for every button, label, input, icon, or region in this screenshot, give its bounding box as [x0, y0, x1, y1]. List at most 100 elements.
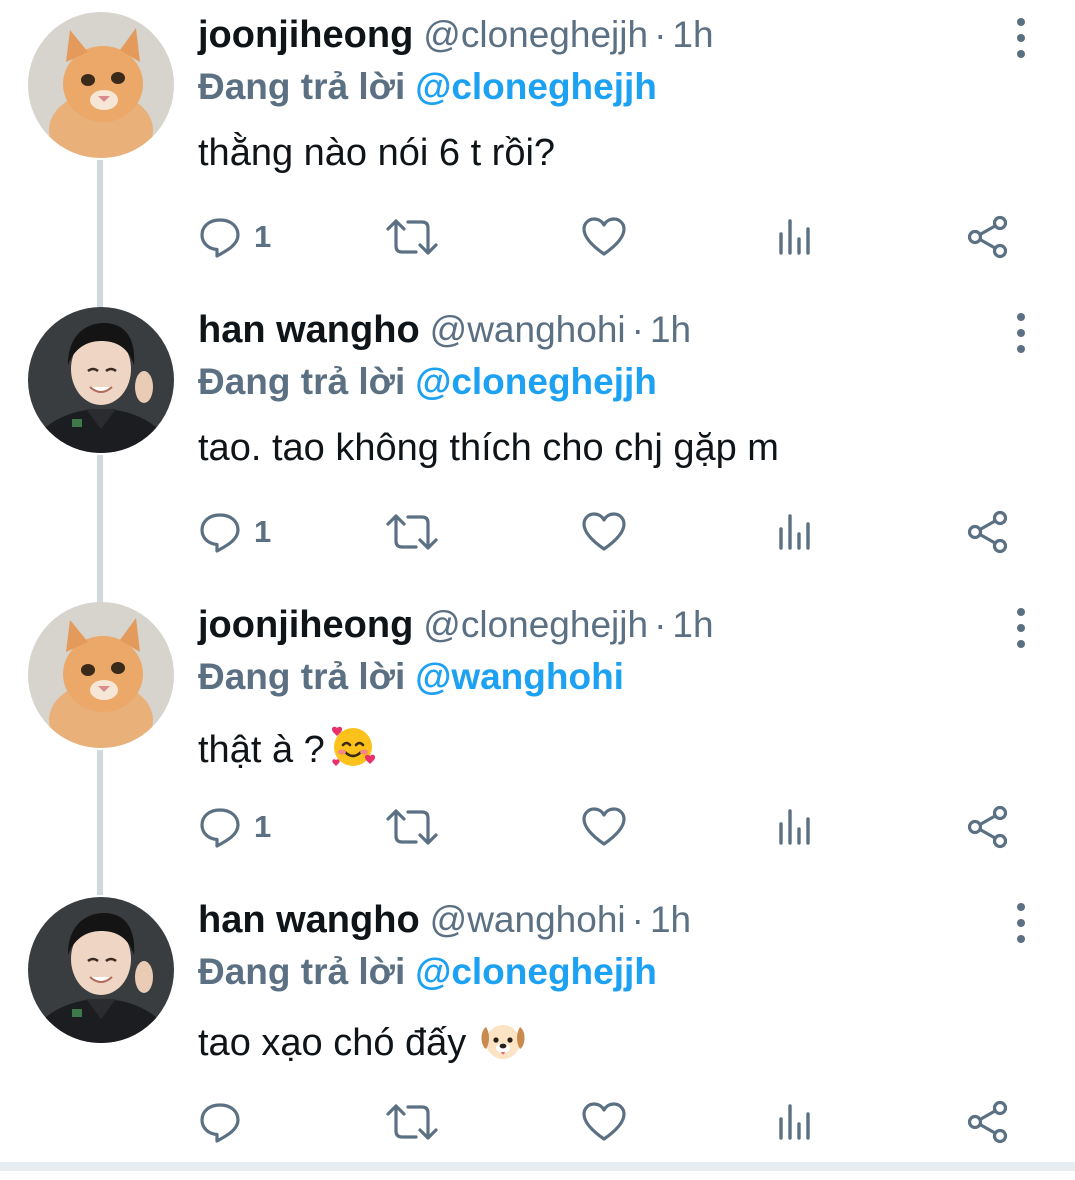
heart-icon: [582, 512, 626, 551]
reply-button[interactable]: 1: [198, 212, 271, 262]
avatar-person[interactable]: [28, 307, 174, 453]
heart-icon: [582, 217, 626, 256]
display-name[interactable]: han wangho: [198, 309, 420, 351]
replying-to-label: Đang trả lời: [198, 656, 406, 697]
replying-to-line: Đang trả lời @cloneghejjh: [198, 951, 657, 993]
cat-avatar-icon: [28, 12, 174, 158]
retweet-icon: [386, 514, 438, 550]
avatar-cat[interactable]: [28, 12, 174, 158]
reply-count: 1: [254, 514, 272, 549]
more-options-icon[interactable]: [1008, 608, 1034, 648]
share-button[interactable]: [966, 1097, 1010, 1147]
person-avatar-icon: [28, 307, 174, 453]
like-button[interactable]: [581, 212, 627, 262]
tweet-actions: [198, 1097, 1028, 1147]
like-button[interactable]: [581, 802, 627, 852]
tweet-text: thật à ?: [198, 722, 377, 780]
more-options-icon[interactable]: [1008, 18, 1034, 58]
separator-dot: ·: [631, 899, 644, 940]
bottom-divider: [0, 1162, 1075, 1171]
tweet[interactable]: han wangho @wanghohi · 1h Đang trả lời @clon…: [0, 885, 1075, 1180]
replying-to-label: Đang trả lời: [198, 361, 406, 402]
tweet[interactable]: han wangho @wanghohi · 1h Đang trả lời @clon…: [0, 295, 1075, 590]
avatar-person[interactable]: [28, 897, 174, 1043]
tweet-text: tao. tao không thích cho chj gặp m: [198, 427, 779, 470]
user-handle[interactable]: @wanghohi: [430, 899, 626, 940]
reply-button[interactable]: [198, 1097, 254, 1147]
share-button[interactable]: [966, 802, 1010, 852]
replying-to-label: Đang trả lời: [198, 66, 406, 107]
retweet-icon: [386, 809, 438, 845]
analytics-icon: [779, 809, 810, 845]
more-options-icon[interactable]: [1008, 313, 1034, 353]
reply-icon: [200, 808, 240, 848]
reply-icon: [200, 218, 240, 258]
like-button[interactable]: [581, 1097, 627, 1147]
analytics-button[interactable]: [776, 802, 816, 852]
separator-dot: ·: [631, 309, 644, 350]
retweet-button[interactable]: [386, 212, 438, 262]
reply-count: 1: [254, 809, 272, 844]
tweet-text: tao xạo chó đấy: [198, 1017, 528, 1073]
share-button[interactable]: [966, 212, 1010, 262]
timestamp[interactable]: 1h: [672, 14, 713, 55]
tweet-text-content: tao xạo chó đấy: [198, 1022, 467, 1064]
share-icon: [967, 215, 1008, 259]
analytics-icon: [779, 514, 810, 550]
retweet-button[interactable]: [386, 1097, 438, 1147]
heart-icon: [582, 1102, 626, 1141]
tweet[interactable]: joonjiheong @cloneghejjh · 1h Đang trả lời @…: [0, 590, 1075, 885]
tweet-header: joonjiheong @cloneghejjh · 1h: [198, 14, 714, 64]
tweet-text: thằng nào nói 6 t rồi?: [198, 132, 555, 175]
display-name[interactable]: joonjiheong: [198, 604, 413, 646]
tweet-text-content: tao. tao không thích cho chj gặp m: [198, 427, 779, 469]
reply-button[interactable]: 1: [198, 802, 271, 852]
person-avatar-icon: [28, 897, 174, 1043]
replying-to-handle[interactable]: @cloneghejjh: [415, 951, 657, 992]
like-button[interactable]: [581, 507, 627, 557]
timestamp[interactable]: 1h: [650, 309, 691, 350]
analytics-button[interactable]: [776, 212, 816, 262]
display-name[interactable]: joonjiheong: [198, 14, 413, 56]
analytics-button[interactable]: [776, 507, 816, 557]
user-handle[interactable]: @cloneghejjh: [423, 604, 648, 645]
tweet-header: joonjiheong @cloneghejjh · 1h: [198, 604, 714, 654]
share-button[interactable]: [966, 507, 1010, 557]
replying-to-line: Đang trả lời @cloneghejjh: [198, 361, 657, 403]
replying-to-handle[interactable]: @cloneghejjh: [415, 66, 657, 107]
conversation-thread: joonjiheong @cloneghejjh · 1h Đang trả lời @…: [0, 0, 1075, 1171]
share-icon: [967, 510, 1008, 554]
avatar-cat[interactable]: [28, 602, 174, 748]
retweet-icon: [386, 219, 438, 255]
share-icon: [967, 805, 1008, 849]
reply-icon: [200, 1103, 240, 1143]
replying-to-handle[interactable]: @wanghohi: [415, 656, 624, 697]
tweet-actions: 1: [198, 802, 1028, 852]
tweet-actions: 1: [198, 507, 1028, 557]
separator-dot: ·: [654, 14, 667, 55]
user-handle[interactable]: @wanghohi: [430, 309, 626, 350]
reply-button[interactable]: 1: [198, 507, 271, 557]
tweet[interactable]: joonjiheong @cloneghejjh · 1h Đang trả lời @…: [0, 0, 1075, 295]
cat-avatar-icon: [28, 602, 174, 748]
reply-count: 1: [254, 219, 272, 254]
timestamp[interactable]: 1h: [672, 604, 713, 645]
retweet-button[interactable]: [386, 802, 438, 852]
timestamp[interactable]: 1h: [650, 899, 691, 940]
separator-dot: ·: [654, 604, 667, 645]
smiling-face-with-hearts-emoji: [329, 722, 377, 780]
analytics-button[interactable]: [776, 1097, 816, 1147]
share-icon: [967, 1100, 1008, 1144]
display-name[interactable]: han wangho: [198, 899, 420, 941]
replying-to-label: Đang trả lời: [198, 951, 406, 992]
reply-icon: [200, 513, 240, 553]
retweet-icon: [386, 1104, 438, 1140]
tweet-text-content: thằng nào nói 6 t rồi?: [198, 132, 556, 174]
tweet-header: han wangho @wanghohi · 1h: [198, 309, 691, 359]
replying-to-line: Đang trả lời @cloneghejjh: [198, 66, 657, 108]
more-options-icon[interactable]: [1008, 903, 1034, 943]
user-handle[interactable]: @cloneghejjh: [423, 14, 648, 55]
tweet-actions: 1: [198, 212, 1028, 262]
replying-to-handle[interactable]: @cloneghejjh: [415, 361, 657, 402]
retweet-button[interactable]: [386, 507, 438, 557]
